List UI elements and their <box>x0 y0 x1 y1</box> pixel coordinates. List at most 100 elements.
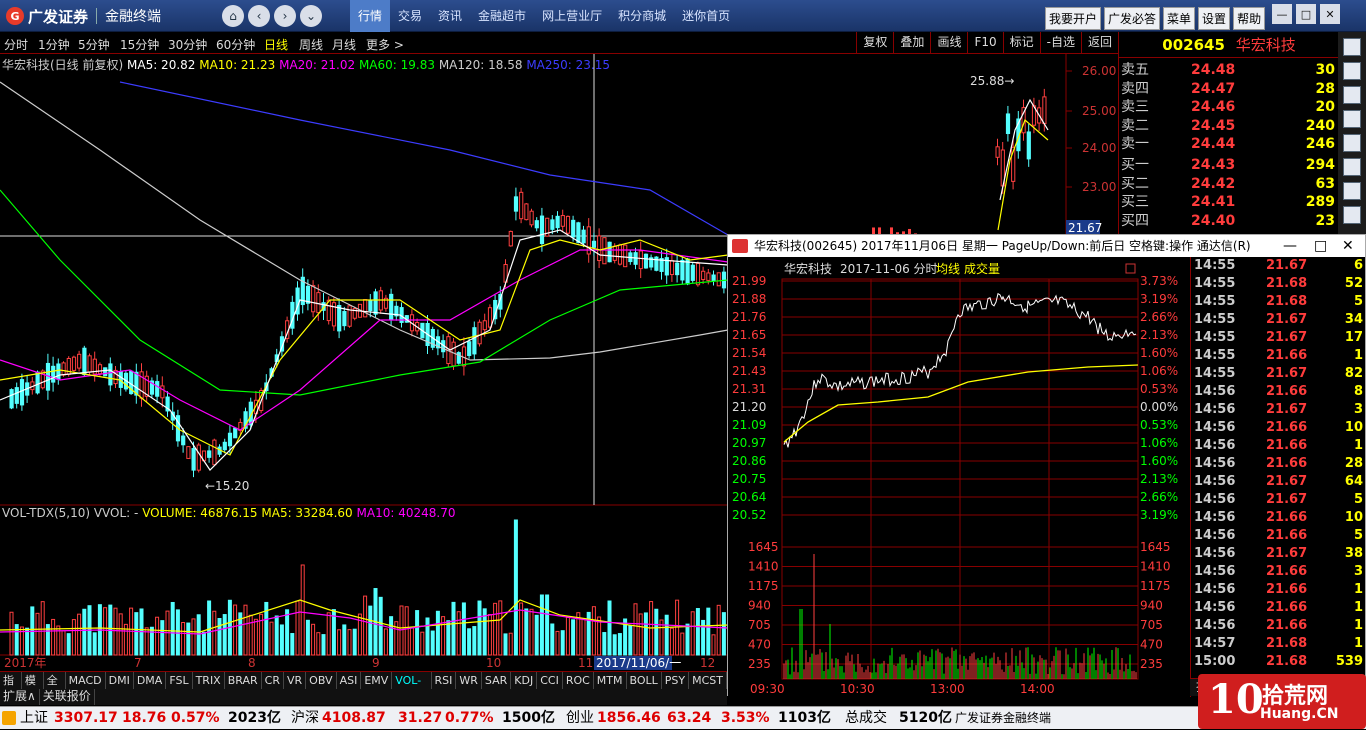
tool-icon-8[interactable] <box>1343 206 1361 224</box>
period-4[interactable]: 30分钟 <box>168 36 207 53</box>
candle-body <box>160 385 165 399</box>
period-6[interactable]: 日线 <box>264 36 288 53</box>
candle-body <box>97 364 103 375</box>
menu-item-6[interactable]: 迷你首页 <box>674 0 738 32</box>
volume-bar <box>680 632 685 656</box>
tool-icon-1[interactable] <box>1343 38 1361 56</box>
tick-volume: 8 <box>1353 384 1363 399</box>
home-icon[interactable]: ⌂ <box>222 5 244 27</box>
menu-item-1[interactable]: 交易 <box>390 0 430 32</box>
indicator-tab[interactable]: MACD <box>66 672 106 689</box>
tick-volume: 3 <box>1353 564 1363 579</box>
tool-icon-7[interactable] <box>1343 182 1361 200</box>
indicator-tab[interactable]: 模板 <box>22 672 44 704</box>
candle-body <box>87 355 92 373</box>
candle-body <box>1042 96 1047 125</box>
collapse-icon[interactable]: ⌄ <box>300 5 322 27</box>
tool-icon-4[interactable] <box>1343 110 1361 128</box>
period-7[interactable]: 周线 <box>299 36 323 53</box>
forward-icon[interactable]: › <box>274 5 296 27</box>
quote-volume: 20 <box>1315 99 1335 116</box>
volume-bar <box>643 612 648 656</box>
top-button-4[interactable]: 帮助 <box>1233 7 1266 30</box>
candle-body <box>529 210 534 226</box>
tool-1[interactable]: 叠加 <box>893 32 930 54</box>
tool-5[interactable]: -自选 <box>1039 32 1081 54</box>
top-button-0[interactable]: 我要开户 <box>1045 7 1102 30</box>
extension-tab[interactable]: 扩展∧ <box>0 689 40 705</box>
volume-bar <box>669 627 674 656</box>
candle-body <box>524 203 529 221</box>
popup-minimize-icon[interactable]: — <box>1283 235 1297 257</box>
tool-0[interactable]: 复权 <box>856 32 893 54</box>
tool-icon-3[interactable] <box>1343 86 1361 104</box>
minimize-icon[interactable]: — <box>1272 4 1292 24</box>
indicator-tab[interactable]: DMA <box>134 672 167 689</box>
indicator-tab[interactable]: ROC <box>563 672 594 689</box>
tool-icon-5[interactable] <box>1343 134 1361 152</box>
period-3[interactable]: 15分钟 <box>120 36 159 53</box>
indicator-tab[interactable]: MCST <box>689 672 727 689</box>
tool-icon-6[interactable] <box>1343 158 1361 176</box>
intraday-chart[interactable]: 华宏科技 2017-11-06 分时均线 成交量 21.99 3.73% 21.88 3.1… <box>728 257 1190 697</box>
close-icon[interactable]: ✕ <box>1320 4 1340 24</box>
maximize-icon[interactable]: □ <box>1296 4 1316 24</box>
tool-2[interactable]: 画线 <box>930 32 967 54</box>
extension-tab[interactable]: 关联报价 <box>40 689 95 705</box>
indicator-tab[interactable]: 指标 <box>0 672 22 704</box>
volume-bar <box>9 611 14 656</box>
tick-row: 14:56 21.66 10 <box>1191 509 1366 527</box>
indicator-tab[interactable]: DMI <box>106 672 134 689</box>
candle-body <box>35 371 40 394</box>
indicator-tab[interactable]: SAR <box>482 672 512 689</box>
popup-maximize-icon[interactable]: □ <box>1314 235 1327 257</box>
period-9[interactable]: 更多 > <box>366 36 404 53</box>
indicator-tab[interactable]: EMV <box>361 672 393 689</box>
back-icon[interactable]: ‹ <box>248 5 270 27</box>
indicator-tab[interactable]: 全部 <box>44 672 66 704</box>
tool-4[interactable]: 标记 <box>1002 32 1040 54</box>
quote-label: 卖三 <box>1121 99 1149 116</box>
indicator-tab[interactable]: KDJ <box>511 672 538 689</box>
tool-6[interactable]: 返回 <box>1080 32 1118 54</box>
indicator-tab[interactable]: WR <box>456 672 482 689</box>
tool-icon-2[interactable] <box>1343 62 1361 80</box>
period-8[interactable]: 月线 <box>332 36 356 53</box>
popup-close-icon[interactable]: ✕ <box>1342 235 1354 257</box>
top-button-3[interactable]: 设置 <box>1198 7 1231 30</box>
indicator-tab[interactable]: CCI <box>537 672 563 689</box>
tick-list: 14:55 21.67 6 14:55 21.68 52 14:55 21.68 5 14:55 2… <box>1190 257 1365 697</box>
period-2[interactable]: 5分钟 <box>78 36 110 53</box>
volume-bar <box>321 634 326 656</box>
period-0[interactable]: 分时 <box>4 36 28 53</box>
indicator-tab[interactable]: VOL-TDX <box>392 672 432 704</box>
quote-label: 卖五 <box>1121 62 1149 78</box>
indicator-tab[interactable]: BOLL <box>627 672 662 689</box>
tool-3[interactable]: F10 <box>967 32 1002 54</box>
menu-item-2[interactable]: 资讯 <box>430 0 470 32</box>
indicator-tab[interactable]: MTM <box>594 672 627 689</box>
indicator-tab[interactable]: RSI <box>432 672 457 689</box>
tick-price: 21.68 <box>1266 654 1308 669</box>
menu-item-4[interactable]: 网上营业厅 <box>534 0 610 32</box>
indicator-tab[interactable]: PSY <box>662 672 690 689</box>
period-1[interactable]: 1分钟 <box>38 36 70 53</box>
menu-item-0[interactable]: 行情 <box>350 0 391 32</box>
indicator-tab[interactable]: BRAR <box>225 672 262 689</box>
indicator-tab[interactable]: ASI <box>337 672 362 689</box>
app-icon <box>732 239 748 253</box>
volume-bar <box>607 600 612 656</box>
indicator-tab[interactable]: OBV <box>306 672 337 689</box>
indicator-tab[interactable]: VR <box>284 672 307 689</box>
top-button-1[interactable]: 广发必答 <box>1104 7 1161 30</box>
tick-row: 14:57 21.68 1 <box>1191 635 1366 653</box>
indicator-tab[interactable]: CR <box>262 672 284 689</box>
menu-item-3[interactable]: 金融超市 <box>470 0 534 32</box>
indicator-tab[interactable]: TRIX <box>193 672 225 689</box>
indicator-tab[interactable]: FSL <box>166 672 193 689</box>
menu-item-5[interactable]: 积分商城 <box>610 0 674 32</box>
top-button-2[interactable]: 菜单 <box>1163 7 1196 30</box>
period-5[interactable]: 60分钟 <box>216 36 255 53</box>
intraday-pct-tick: 2.66% <box>1140 490 1178 504</box>
volume-bar <box>191 618 196 656</box>
